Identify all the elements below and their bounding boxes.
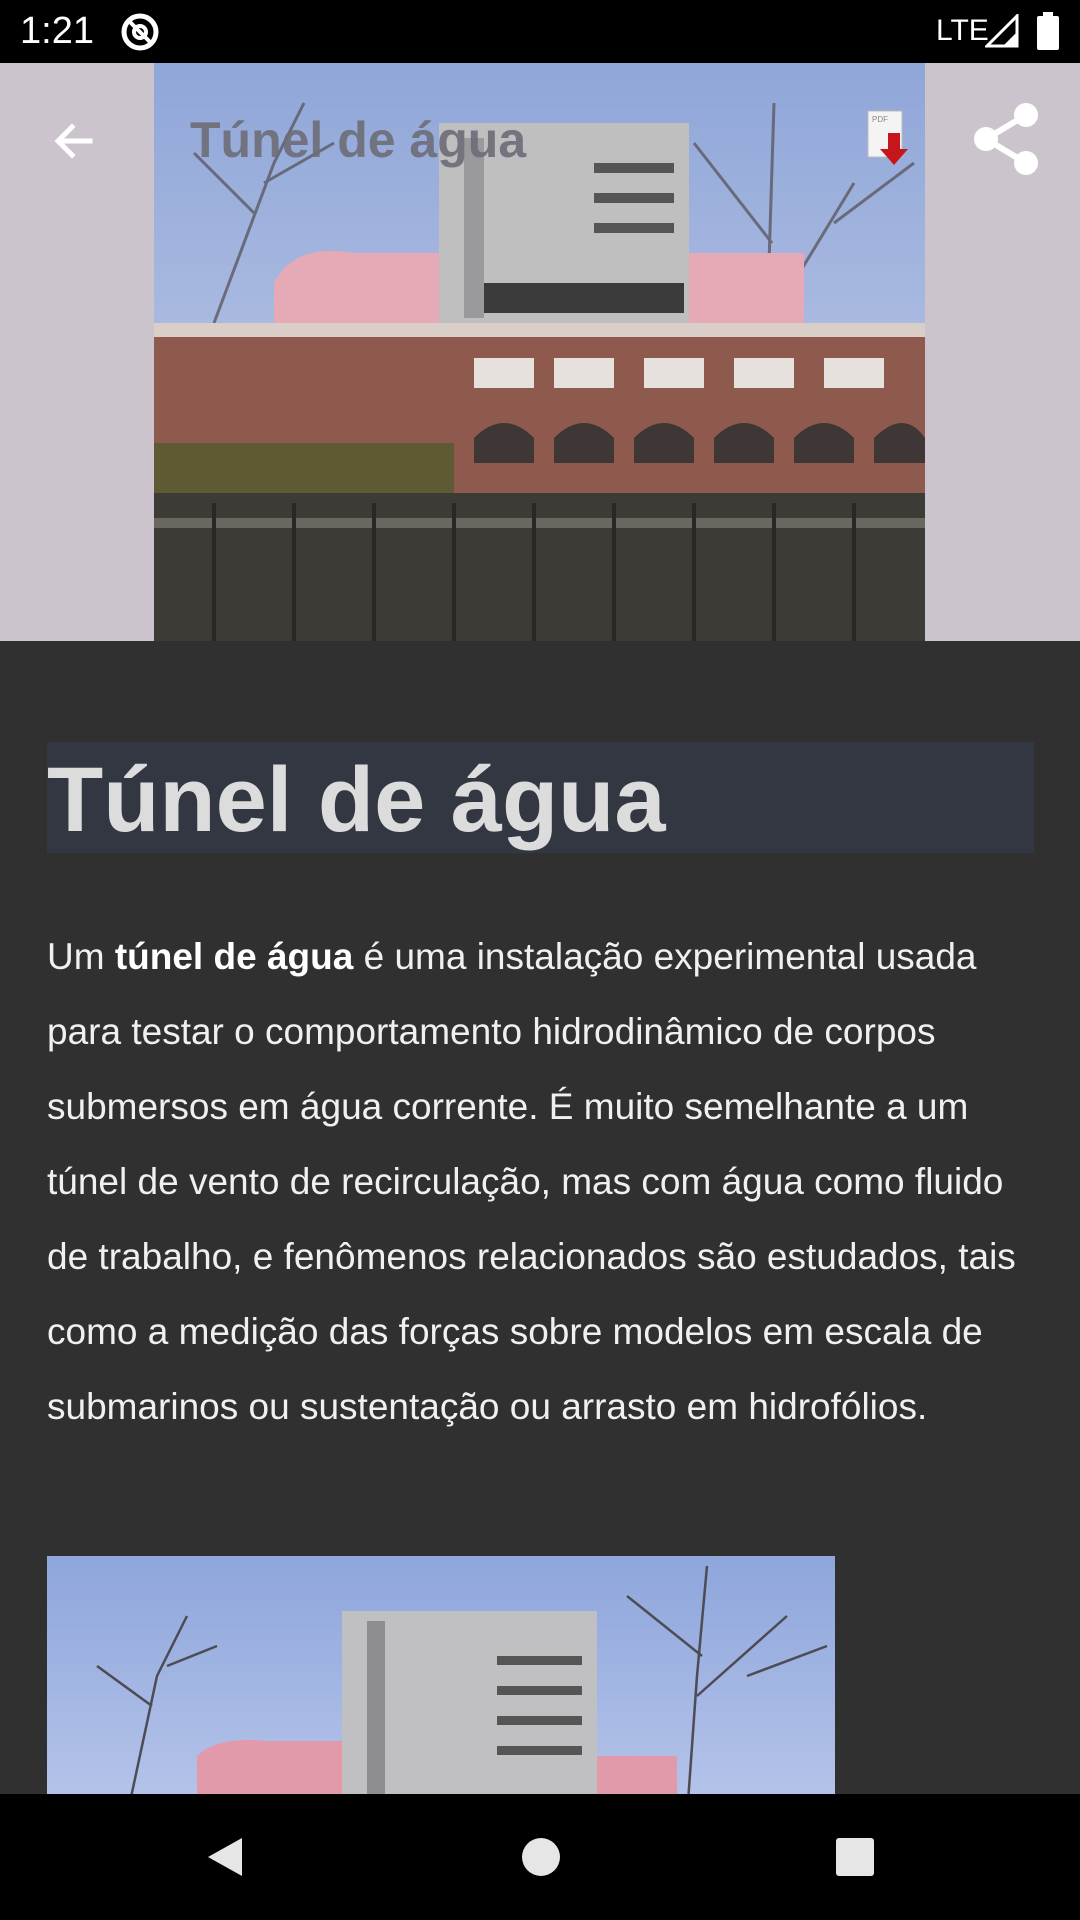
navigation-bar [0, 1794, 1080, 1920]
status-time: 1:21 [20, 10, 94, 52]
intro-rest: é uma instalação experimental usada para… [47, 936, 1016, 1427]
article-image[interactable] [47, 1556, 835, 1794]
share-button[interactable] [968, 99, 1044, 179]
network-type: LTE [936, 14, 989, 47]
pdf-download-button[interactable]: PDF [866, 109, 916, 169]
article-title: Túnel de água [47, 749, 666, 851]
circle-home-icon[interactable] [516, 1832, 566, 1882]
triangle-back-icon[interactable] [200, 1832, 250, 1882]
article-title-box: Túnel de água [47, 742, 1034, 853]
header: Túnel de água PDF [0, 63, 1080, 641]
battery-icon [1037, 12, 1059, 50]
article: Túnel de água Um túnel de água é uma ins… [0, 641, 1080, 1794]
article-intro: Um túnel de água é uma instalação experi… [47, 919, 1047, 1444]
square-recents-icon[interactable] [830, 1832, 880, 1882]
arrow-left-icon [54, 123, 93, 159]
back-button[interactable] [40, 107, 108, 175]
intro-prefix: Um [47, 936, 115, 977]
svg-text:PDF: PDF [872, 115, 888, 124]
status-bar: 1:21 LTE [0, 0, 1080, 63]
pdf-download-icon: PDF [867, 110, 908, 165]
at-sign-icon [121, 13, 159, 51]
share-icon [974, 103, 1038, 175]
signal-icon [985, 14, 1019, 48]
toolbar-title: Túnel de água [190, 112, 527, 168]
intro-bold-term[interactable]: túnel de água [115, 936, 353, 977]
